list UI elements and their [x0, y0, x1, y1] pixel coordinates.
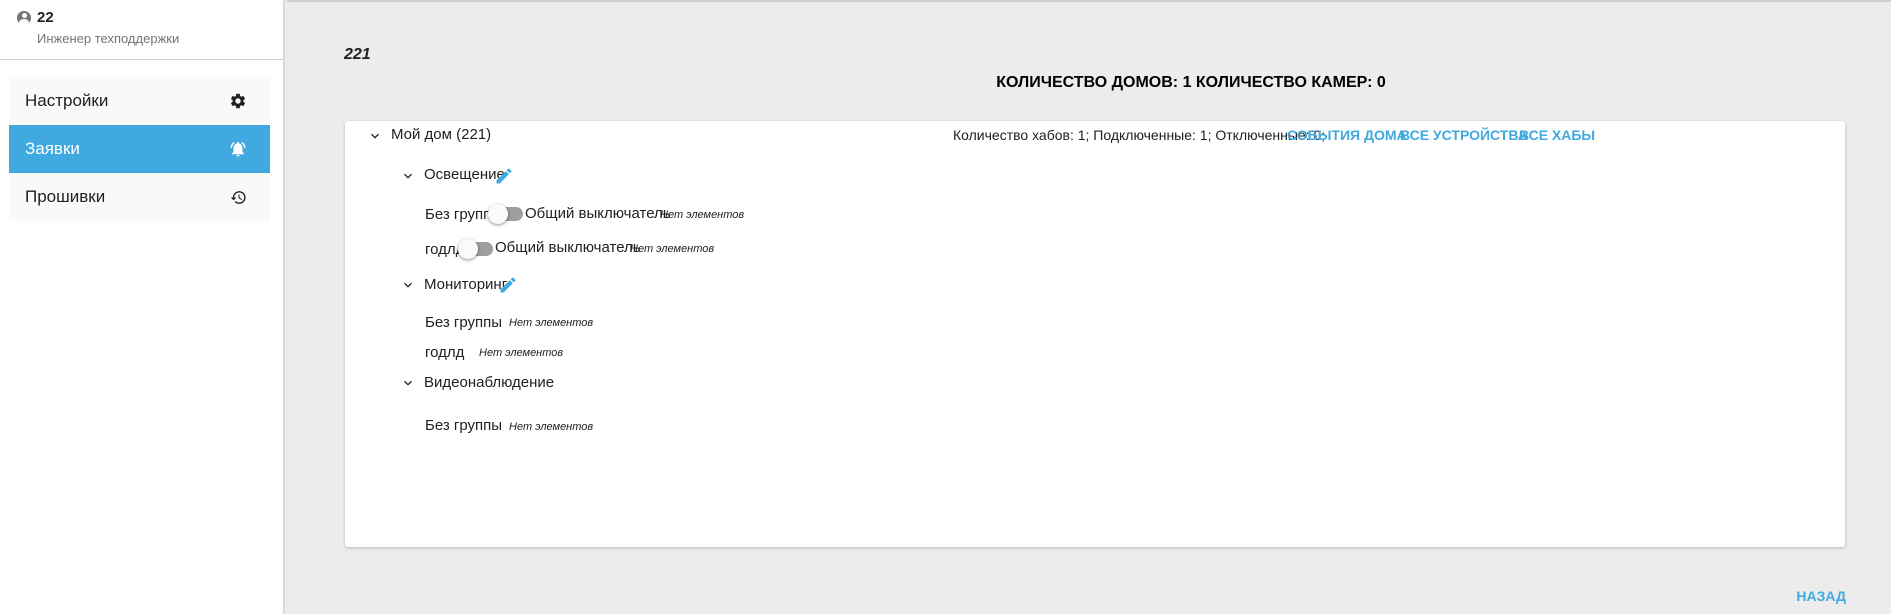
pencil-icon[interactable] — [498, 275, 518, 295]
all-devices-link[interactable]: Все устройства — [1400, 127, 1528, 143]
house-events-link[interactable]: События дома — [1287, 127, 1407, 143]
empty-state-text: Нет элементов — [479, 347, 564, 359]
user-block: 22 Инженер техподдержки — [0, 0, 283, 60]
group-master-switch[interactable] — [488, 204, 524, 224]
sidebar-item-settings[interactable]: Настройки — [9, 77, 270, 125]
group-name: Без группы — [425, 417, 503, 434]
pencil-icon[interactable] — [494, 166, 514, 186]
chevron-down-icon[interactable] — [367, 128, 383, 144]
empty-state-text: Нет элементов — [630, 243, 715, 255]
back-button[interactable]: НАЗАД — [1796, 588, 1846, 604]
sidebar-menu: Настройки Заявки Прошивки — [0, 60, 270, 221]
section-title-monitoring: Мониторинг — [424, 276, 508, 293]
main-content: 221 КОЛИЧЕСТВО ДОМОВ: 1 КОЛИЧЕСТВО КАМЕР… — [287, 0, 1891, 614]
hub-info: Количество хабов: 1; Подключенные: 1; От… — [953, 127, 1326, 143]
sidebar-item-requests[interactable]: Заявки — [9, 125, 270, 173]
toggle-thumb — [458, 239, 478, 259]
user-name: 22 — [37, 9, 54, 26]
user-role: Инженер техподдержки — [37, 31, 180, 46]
chevron-down-icon[interactable] — [400, 168, 416, 184]
switch-label: Общий выключатель — [495, 239, 641, 256]
section-title-lighting: Освещение — [424, 166, 505, 183]
gear-icon — [228, 91, 248, 111]
group-master-switch[interactable] — [458, 239, 494, 259]
sidebar: 22 Инженер техподдержки Настройки Заявки… — [0, 0, 285, 614]
summary-header: КОЛИЧЕСТВО ДОМОВ: 1 КОЛИЧЕСТВО КАМЕР: 0 — [996, 74, 1386, 91]
chevron-down-icon[interactable] — [400, 277, 416, 293]
section-title-video: Видеонаблюдение — [424, 374, 555, 391]
house-title[interactable]: Мой дом (221) — [391, 126, 491, 143]
empty-state-text: Нет элементов — [509, 421, 594, 433]
sidebar-item-firmware[interactable]: Прошивки — [9, 173, 270, 221]
house-card: Мой дом (221) Количество хабов: 1; Подкл… — [345, 121, 1845, 547]
account-circle-icon — [17, 10, 31, 25]
chevron-down-icon[interactable] — [400, 375, 416, 391]
sidebar-item-label: Настройки — [25, 91, 109, 110]
toggle-thumb — [488, 204, 508, 224]
empty-state-text: Нет элементов — [660, 209, 745, 221]
all-hubs-link[interactable]: Все хабы — [1519, 127, 1595, 143]
switch-label: Общий выключатель — [525, 205, 671, 222]
group-name: Без группы — [425, 314, 503, 331]
bell-ring-icon — [228, 139, 248, 159]
sidebar-item-label: Прошивки — [25, 187, 106, 206]
history-icon — [228, 187, 248, 207]
group-name: годлд — [425, 344, 465, 361]
sidebar-item-label: Заявки — [25, 139, 80, 158]
empty-state-text: Нет элементов — [509, 317, 594, 329]
house-number: 221 — [344, 46, 371, 63]
